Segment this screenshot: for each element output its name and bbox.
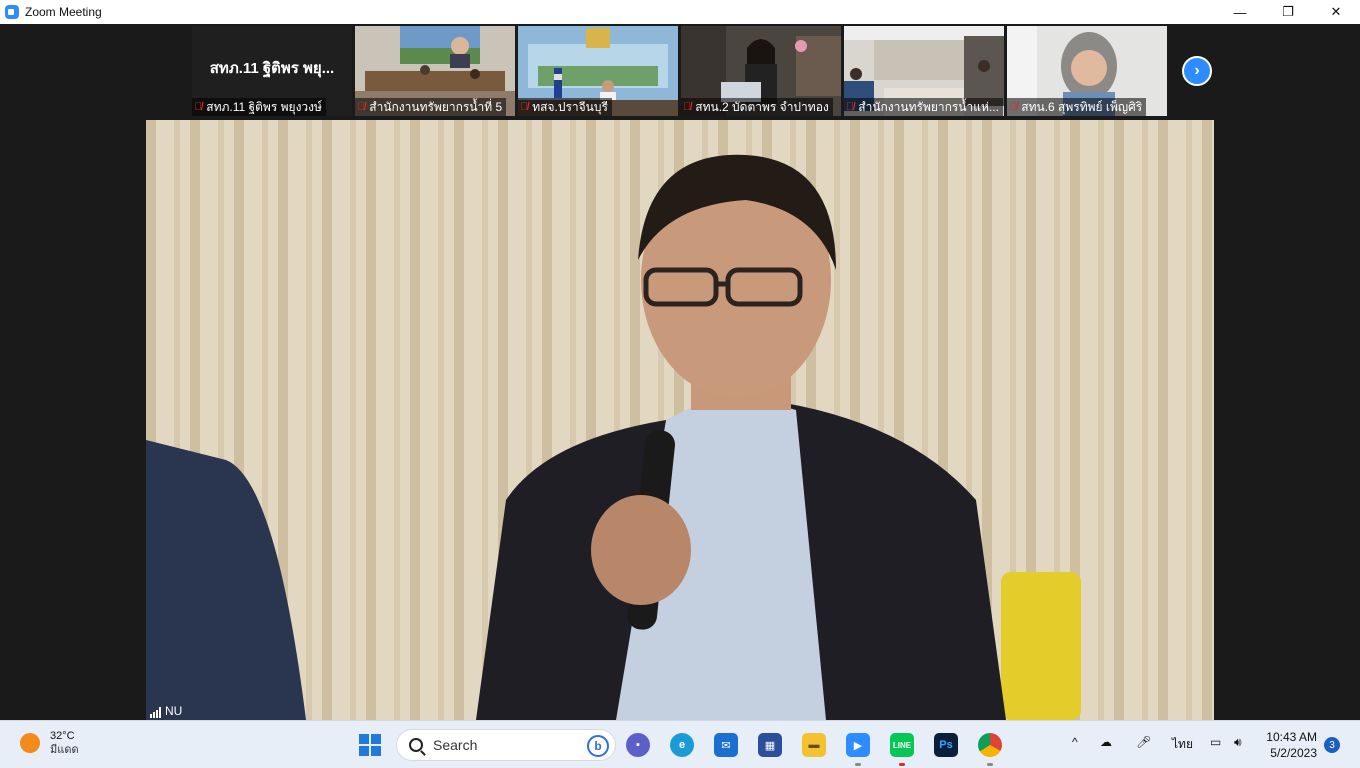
participant-name: ทสจ.ปราจีนบุรี [532, 99, 608, 114]
mail-icon[interactable]: ✉ [714, 733, 738, 757]
microphone-icon[interactable]: 🎤︎ [1136, 735, 1151, 749]
windows-logo-icon [359, 734, 381, 756]
input-language-indicator[interactable]: ไทย [1172, 735, 1193, 754]
teams-chat-icon[interactable]: ▪ [626, 733, 650, 757]
minimize-button[interactable]: — [1216, 0, 1264, 24]
muted-mic-icon: 🎙̸ [1009, 101, 1018, 113]
weather-condition: มีแดด [50, 744, 79, 756]
volume-icon[interactable]: 🔊︎ [1234, 735, 1242, 750]
participant-label: 🎙̸ สำนักงานทรัพยากรน้ำที่ 5 [355, 98, 507, 116]
weather-temperature: 32°C [50, 730, 75, 742]
participant-name: สำนักงานทรัพยากรน้ำที่ 5 [369, 99, 503, 114]
speaker-video-frame [146, 120, 1214, 720]
zoom-app-icon [5, 5, 19, 19]
line-app-icon[interactable]: LINE [890, 733, 914, 757]
sunny-weather-icon [20, 733, 40, 753]
participant-tile[interactable]: 🎙̸ สทน.6 สุพรทิพย์ เพ็ญศิริ [1007, 26, 1167, 116]
line-running-indicator [899, 763, 905, 766]
participant-tile[interactable]: 🎙̸ สำนักงานทรัพยากรน้ำแห่... [844, 26, 1004, 116]
chrome-browser-icon[interactable] [978, 733, 1002, 757]
taskbar-search-box[interactable]: Search b [396, 729, 616, 761]
window-title: Zoom Meeting [25, 5, 102, 19]
participant-name: สทภ.11 ฐิติพร พยุงวงษ์ [206, 99, 322, 114]
participant-tile[interactable]: สทภ.11 ฐิติพร พยุ... 🎙̸ สทภ.11 ฐิติพร พย… [192, 26, 352, 116]
clock-time: 10:43 AM [1266, 730, 1317, 744]
active-speaker-video[interactable]: NU [146, 120, 1214, 720]
gallery-strip: สทภ.11 ฐิติพร พยุ... 🎙̸ สทภ.11 ฐิติพร พย… [192, 26, 1167, 116]
zoom-running-indicator [855, 763, 861, 766]
bing-icon[interactable]: b [587, 735, 609, 757]
network-icon[interactable]: ▭ [1210, 735, 1221, 749]
network-status: NU [150, 704, 182, 718]
clock-date: 5/2/2023 [1270, 746, 1317, 760]
weather-widget[interactable]: 32°C มีแดด [20, 729, 79, 757]
search-icon [409, 738, 423, 752]
system-clock[interactable]: 10:43 AM 5/2/2023 [1266, 729, 1317, 761]
microsoft-store-icon[interactable]: ▦ [758, 733, 782, 757]
signal-strength-icon [150, 707, 161, 718]
meeting-area: สทภ.11 ฐิติพร พยุ... 🎙̸ สทภ.11 ฐิติพร พย… [0, 24, 1360, 720]
muted-mic-icon: 🎙̸ [683, 101, 692, 113]
window-controls: — ❐ ✕ [1216, 0, 1360, 24]
participant-tile[interactable]: 🎙̸ ทสจ.ปราจีนบุรี [518, 26, 678, 116]
speaker-name-tag: NU [165, 704, 183, 718]
participant-name: สทน.2 บัดตาพร จำปาทอง [695, 99, 829, 114]
participant-display-name: สทภ.11 ฐิติพร พยุ... [209, 60, 335, 77]
edge-browser-icon[interactable]: e [670, 733, 694, 757]
muted-mic-icon: 🎙̸ [520, 101, 529, 113]
start-button[interactable] [358, 733, 382, 757]
muted-mic-icon: 🎙̸ [846, 101, 855, 113]
onedrive-sync-icon[interactable]: ☁ [1100, 735, 1112, 749]
muted-mic-icon: 🎙̸ [194, 101, 203, 113]
gallery-next-button[interactable]: › [1182, 56, 1212, 86]
file-explorer-icon[interactable]: ▬ [802, 733, 826, 757]
participant-label: 🎙̸ สทน.2 บัดตาพร จำปาทอง [681, 98, 833, 116]
chrome-running-indicator [987, 763, 993, 766]
muted-mic-icon: 🎙̸ [357, 101, 366, 113]
restore-button[interactable]: ❐ [1264, 0, 1312, 24]
participant-label: 🎙̸ สำนักงานทรัพยากรน้ำแห่... [844, 98, 1003, 116]
zoom-taskbar-icon[interactable]: ▶ [846, 733, 870, 757]
participant-tile[interactable]: 🎙̸ สำนักงานทรัพยากรน้ำที่ 5 [355, 26, 515, 116]
chevron-right-icon: › [1194, 62, 1200, 79]
show-hidden-icons-chevron-icon[interactable]: ^ [1072, 735, 1078, 749]
participant-label: 🎙̸ สทภ.11 ฐิติพร พยุงวงษ์ [192, 98, 326, 116]
participant-name: สทน.6 สุพรทิพย์ เพ็ญศิริ [1021, 99, 1143, 114]
search-label: Search [433, 737, 478, 753]
close-button[interactable]: ✕ [1312, 0, 1360, 24]
participant-tile[interactable]: 🎙̸ สทน.2 บัดตาพร จำปาทอง [681, 26, 841, 116]
title-bar: Zoom Meeting — ❐ ✕ [0, 0, 1360, 24]
participant-label: 🎙̸ ทสจ.ปราจีนบุรี [518, 98, 612, 116]
windows-taskbar: 32°C มีแดด Search b ▪ e ✉ ▦ ▬ ▶ LINE Ps … [0, 720, 1360, 768]
notification-badge[interactable]: 3 [1324, 737, 1340, 753]
participant-label: 🎙̸ สทน.6 สุพรทิพย์ เพ็ญศิริ [1007, 98, 1147, 116]
participant-name: สำนักงานทรัพยากรน้ำแห่... [858, 99, 999, 114]
photoshop-icon[interactable]: Ps [934, 733, 958, 757]
